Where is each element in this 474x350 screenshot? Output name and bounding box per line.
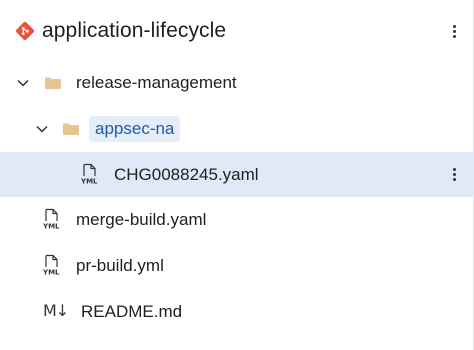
chevron-down-icon[interactable] — [35, 122, 49, 136]
yaml-file-icon: YML — [80, 163, 98, 186]
tree-item-chg0088245-yaml[interactable]: YML CHG0088245.yaml — [0, 152, 474, 197]
tree-item-appsec-na[interactable]: appsec-na — [0, 107, 474, 151]
svg-text:YML: YML — [42, 269, 60, 277]
tree-item-pr-build-yml[interactable]: YML pr-build.yml — [0, 243, 474, 287]
repo-more-options-button[interactable] — [446, 19, 462, 43]
file-explorer-panel: application-lifecycle release-management… — [0, 0, 474, 350]
tree-item-label: merge-build.yaml — [76, 210, 207, 229]
repo-header: application-lifecycle — [0, 9, 474, 53]
file-more-options-button[interactable] — [446, 162, 462, 186]
chevron-down-icon[interactable] — [16, 76, 30, 90]
repo-title: application-lifecycle — [42, 19, 227, 42]
tree-item-label: README.md — [81, 302, 183, 321]
git-repo-icon — [15, 21, 35, 41]
tree-item-label: release-management — [76, 73, 237, 92]
tree-item-label: CHG0088245.yaml — [114, 165, 259, 184]
tree-item-label: pr-build.yml — [76, 256, 164, 275]
markdown-file-icon: M↓ — [43, 301, 69, 320]
svg-text:YML: YML — [42, 223, 60, 231]
tree-item-label: appsec-na — [89, 116, 181, 142]
folder-icon — [45, 77, 61, 89]
folder-icon — [63, 123, 79, 135]
svg-text:YML: YML — [80, 178, 98, 186]
tree-item-merge-build-yaml[interactable]: YML merge-build.yaml — [0, 197, 474, 241]
tree-item-readme-md[interactable]: M↓ README.md — [0, 289, 474, 333]
yaml-file-icon: YML — [42, 254, 60, 277]
yaml-file-icon: YML — [42, 208, 60, 231]
tree-item-release-management[interactable]: release-management — [0, 61, 474, 105]
